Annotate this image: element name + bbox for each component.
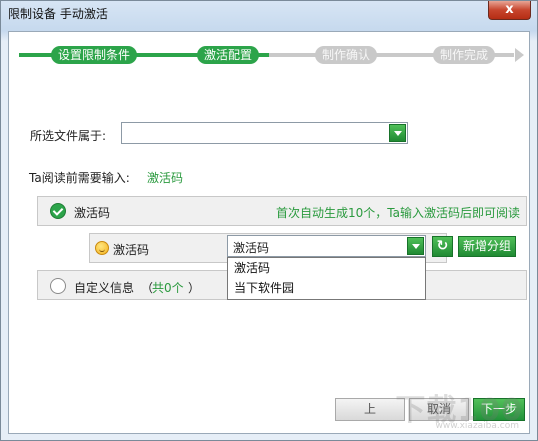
activation-code-hint: 首次自动生成10个，Ta输入激活码后即可阅读 — [276, 206, 520, 220]
dropdown-option[interactable]: 激活码 — [228, 258, 425, 278]
step-progress: 设置限制条件 激活配置 制作确认 制作完成 — [19, 45, 524, 65]
add-group-button[interactable]: 新增分组 — [458, 236, 517, 257]
activation-group-value: 激活码 — [233, 241, 270, 255]
activation-group-select[interactable]: 激活码 — [227, 235, 426, 257]
step-2: 激活配置 — [197, 46, 260, 64]
activation-row-label: 激活码 — [113, 243, 150, 257]
file-belongs-select[interactable] — [121, 122, 408, 144]
step-3: 制作确认 — [315, 46, 378, 64]
chevron-down-icon[interactable] — [389, 124, 406, 142]
file-belongs-label: 所选文件属于: — [30, 129, 107, 143]
chevron-down-icon[interactable] — [407, 237, 424, 255]
dialog-content: 设置限制条件 激活配置 制作确认 制作完成 所选文件属于: Ta阅读前需要输入:… — [8, 31, 530, 434]
window-title: 限制设备 手动激活 — [8, 7, 108, 21]
activation-group-dropdown: 激活码 当下软件园 — [227, 257, 426, 300]
step-4: 制作完成 — [433, 46, 496, 64]
radio-button-icon[interactable] — [50, 278, 66, 294]
watermark-url: www.xiazaiba.com — [435, 421, 519, 431]
activation-code-title: 激活码 — [74, 206, 111, 220]
close-button[interactable]: x — [488, 1, 531, 20]
smiley-icon — [95, 241, 109, 255]
check-circle-icon — [50, 203, 66, 219]
custom-info-label: 自定义信息 — [74, 281, 135, 295]
input-before-read-label: Ta阅读前需要输入: — [29, 171, 130, 185]
custom-info-count-close: ） — [188, 281, 201, 295]
custom-info-count: 共0个 — [152, 281, 184, 295]
title-bar: 限制设备 手动激活 x — [1, 1, 537, 25]
dropdown-option[interactable]: 当下软件园 — [228, 278, 425, 298]
progress-arrow-icon — [515, 48, 524, 62]
step-1: 设置限制条件 — [51, 46, 138, 64]
activation-code-option[interactable]: 激活码 首次自动生成10个，Ta输入激活码后即可阅读 — [37, 196, 527, 226]
dialog-window: 限制设备 手动激活 x 设置限制条件 激活配置 制作确认 制作完成 所选文件属于… — [0, 0, 538, 441]
refresh-button[interactable]: ↻ — [432, 236, 453, 257]
input-before-read-value: 激活码 — [147, 171, 184, 185]
